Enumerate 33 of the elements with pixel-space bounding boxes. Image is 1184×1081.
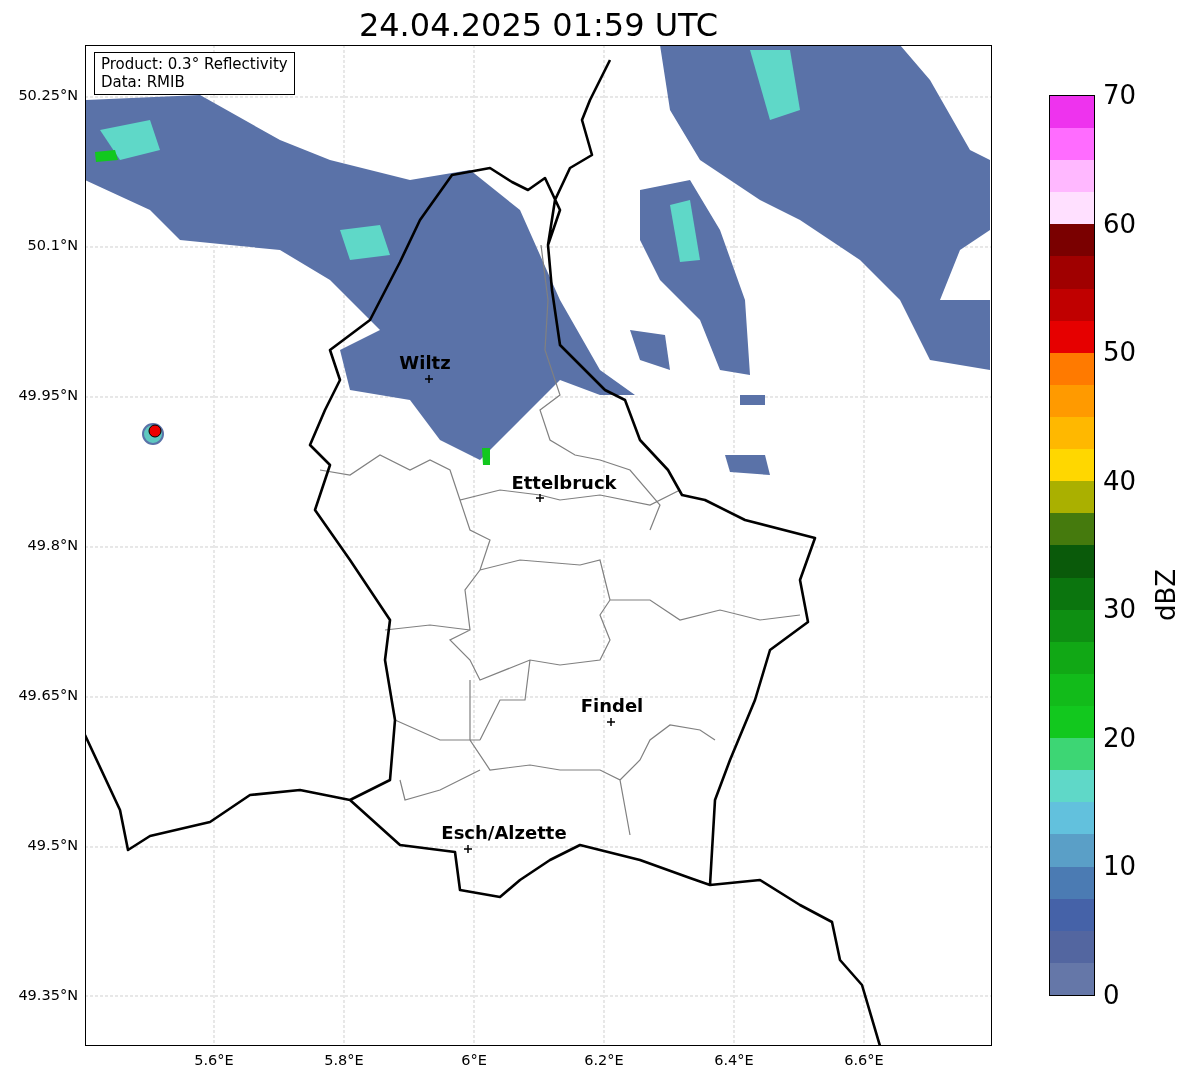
latitude-label: 49.65°N [18, 687, 78, 703]
latitude-label: 50.25°N [18, 87, 78, 103]
latitude-label: 49.5°N [27, 837, 78, 853]
colorbar-label: dBZ [1151, 568, 1181, 622]
chart-title: 24.04.2025 01:59 UTC [358, 5, 719, 45]
longitude-label: 5.8°E [324, 1052, 364, 1068]
info-text: Data: RMIB [101, 73, 186, 91]
latitude-label: 49.95°N [18, 387, 78, 403]
city-marker-icon [464, 845, 472, 853]
colorbar-tick-label: 30 [1103, 593, 1137, 626]
colorbar-tick-label: 40 [1103, 464, 1137, 497]
longitude-label: 6.4°E [714, 1052, 754, 1068]
city-marker-icon [425, 375, 433, 383]
colorbar-tick-label: 60 [1103, 207, 1137, 240]
colorbar-tick-label: 10 [1103, 850, 1137, 883]
colorbar-tick-label: 50 [1103, 336, 1137, 369]
latitude-label: 50.1°N [27, 237, 78, 253]
city-label: Wiltz [399, 352, 451, 374]
colorbar-tick-label: 70 [1103, 79, 1137, 111]
longitude-label: 6.6°E [844, 1052, 884, 1068]
info-text: Product: 0.3° Reflectivity [101, 55, 288, 73]
latitude-label: 49.8°N [27, 537, 78, 553]
latitude-label: 49.35°N [18, 987, 78, 1003]
city-label: Findel [580, 695, 644, 717]
colorbar-tick-label: 20 [1103, 721, 1137, 754]
city-label: Esch/Alzette [441, 822, 567, 844]
longitude-label: 6°E [461, 1052, 487, 1068]
city-label: Ettelbruck [511, 472, 617, 494]
city-marker-icon [607, 718, 615, 726]
colorbar-tick-label: 0 [1103, 979, 1120, 1011]
longitude-label: 5.6°E [194, 1052, 234, 1068]
longitude-label: 6.2°E [584, 1052, 624, 1068]
city-marker-icon [536, 494, 544, 502]
